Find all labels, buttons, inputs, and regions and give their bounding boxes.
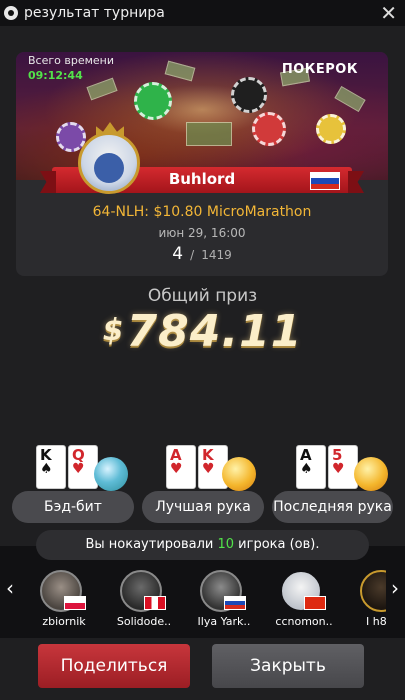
playing-card: A ♠ xyxy=(296,445,326,489)
heart-icon: ♥ xyxy=(202,461,215,477)
knockouts-summary: Вы нокаутировали 10 игрока (ов). xyxy=(36,530,369,560)
poland-flag-icon xyxy=(64,596,86,610)
knockouts-count: 10 xyxy=(217,537,235,552)
playing-card: K ♠ xyxy=(36,445,66,489)
player-name: I h8 u xyxy=(366,615,386,628)
finish-position: 4 / 1419 xyxy=(16,244,388,264)
player-name: zbiornik xyxy=(42,615,86,628)
window-title: результат турнира xyxy=(24,5,165,21)
spade-icon: ♠ xyxy=(40,461,53,477)
laughing-face-emoji-icon xyxy=(354,457,388,491)
prize-currency: $ xyxy=(102,313,125,348)
knocked-out-player[interactable]: I h8 u xyxy=(346,568,386,634)
peru-flag-icon xyxy=(144,596,166,610)
knocked-out-player[interactable]: ccnomon.. xyxy=(266,568,342,634)
knockouts-text-after: игрока (ов). xyxy=(234,537,320,552)
share-button[interactable]: Поделиться xyxy=(38,644,190,688)
playing-card: Q ♥ xyxy=(68,445,98,489)
prize-label: Общий приз xyxy=(147,286,258,306)
bad-beat-button[interactable]: Бэд-бит xyxy=(12,491,134,523)
place-value: 4 xyxy=(172,244,184,264)
last-hand[interactable]: A ♠ 5 ♥ Последняя рука xyxy=(272,445,394,523)
hong-kong-flag-icon xyxy=(304,596,326,610)
playing-card: A ♥ xyxy=(166,445,196,489)
thinking-face-emoji-icon xyxy=(222,457,256,491)
chevron-left-icon[interactable]: ‹ xyxy=(6,576,14,600)
total-time-label: Всего времени xyxy=(28,54,115,67)
title-bar: результат турнира ✕ xyxy=(0,0,405,26)
player-name: Ilya Yark.. xyxy=(197,615,251,628)
total-entrants: 1419 xyxy=(201,248,232,262)
knocked-out-player[interactable]: zbiornik xyxy=(26,568,102,634)
cold-face-emoji-icon xyxy=(94,457,128,491)
heart-icon: ♥ xyxy=(72,461,85,477)
prize-amount: $784.11 xyxy=(0,306,405,357)
heart-icon: ♥ xyxy=(332,461,345,477)
prize-value: 784.11 xyxy=(126,306,303,357)
last-hand-button[interactable]: Последняя рука xyxy=(272,491,393,523)
close-icon[interactable]: ✕ xyxy=(380,2,397,24)
chevron-right-icon[interactable]: › xyxy=(391,576,399,600)
tournament-result-card: Всего времени 09:12:44 ПОКЕРОК Buhlord 6… xyxy=(16,52,388,276)
total-time-value: 09:12:44 xyxy=(28,69,83,82)
heart-icon: ♥ xyxy=(170,461,183,477)
bad-beat-hand[interactable]: K ♠ Q ♥ Бэд-бит xyxy=(12,445,134,523)
banner-image: Всего времени 09:12:44 ПОКЕРОК xyxy=(16,52,388,180)
knocked-out-player[interactable]: Ilya Yark.. xyxy=(186,568,262,634)
russia-flag-icon xyxy=(224,596,246,610)
tournament-date: июн 29, 16:00 xyxy=(158,226,246,240)
best-hand[interactable]: A ♥ K ♥ Лучшая рука xyxy=(142,445,264,523)
poker-chip-icon xyxy=(4,6,18,20)
tournament-name: 64-NLH: $10.80 MicroMarathon xyxy=(92,204,312,220)
avatar xyxy=(360,570,386,612)
spade-icon: ♠ xyxy=(300,461,313,477)
playing-card: 5 ♥ xyxy=(328,445,358,489)
player-name: ccnomon.. xyxy=(275,615,333,628)
place-separator: / xyxy=(190,248,195,262)
best-hand-button[interactable]: Лучшая рука xyxy=(142,491,264,523)
knocked-out-player[interactable]: Solidode.. xyxy=(106,568,182,634)
russia-flag-icon xyxy=(310,172,340,190)
brand-logo: ПОКЕРОК xyxy=(281,62,358,77)
player-avatar xyxy=(78,132,140,194)
close-button[interactable]: Закрыть xyxy=(212,644,364,688)
player-name: Solidode.. xyxy=(116,615,172,628)
knockouts-text-before: Вы нокаутировали xyxy=(85,537,218,552)
